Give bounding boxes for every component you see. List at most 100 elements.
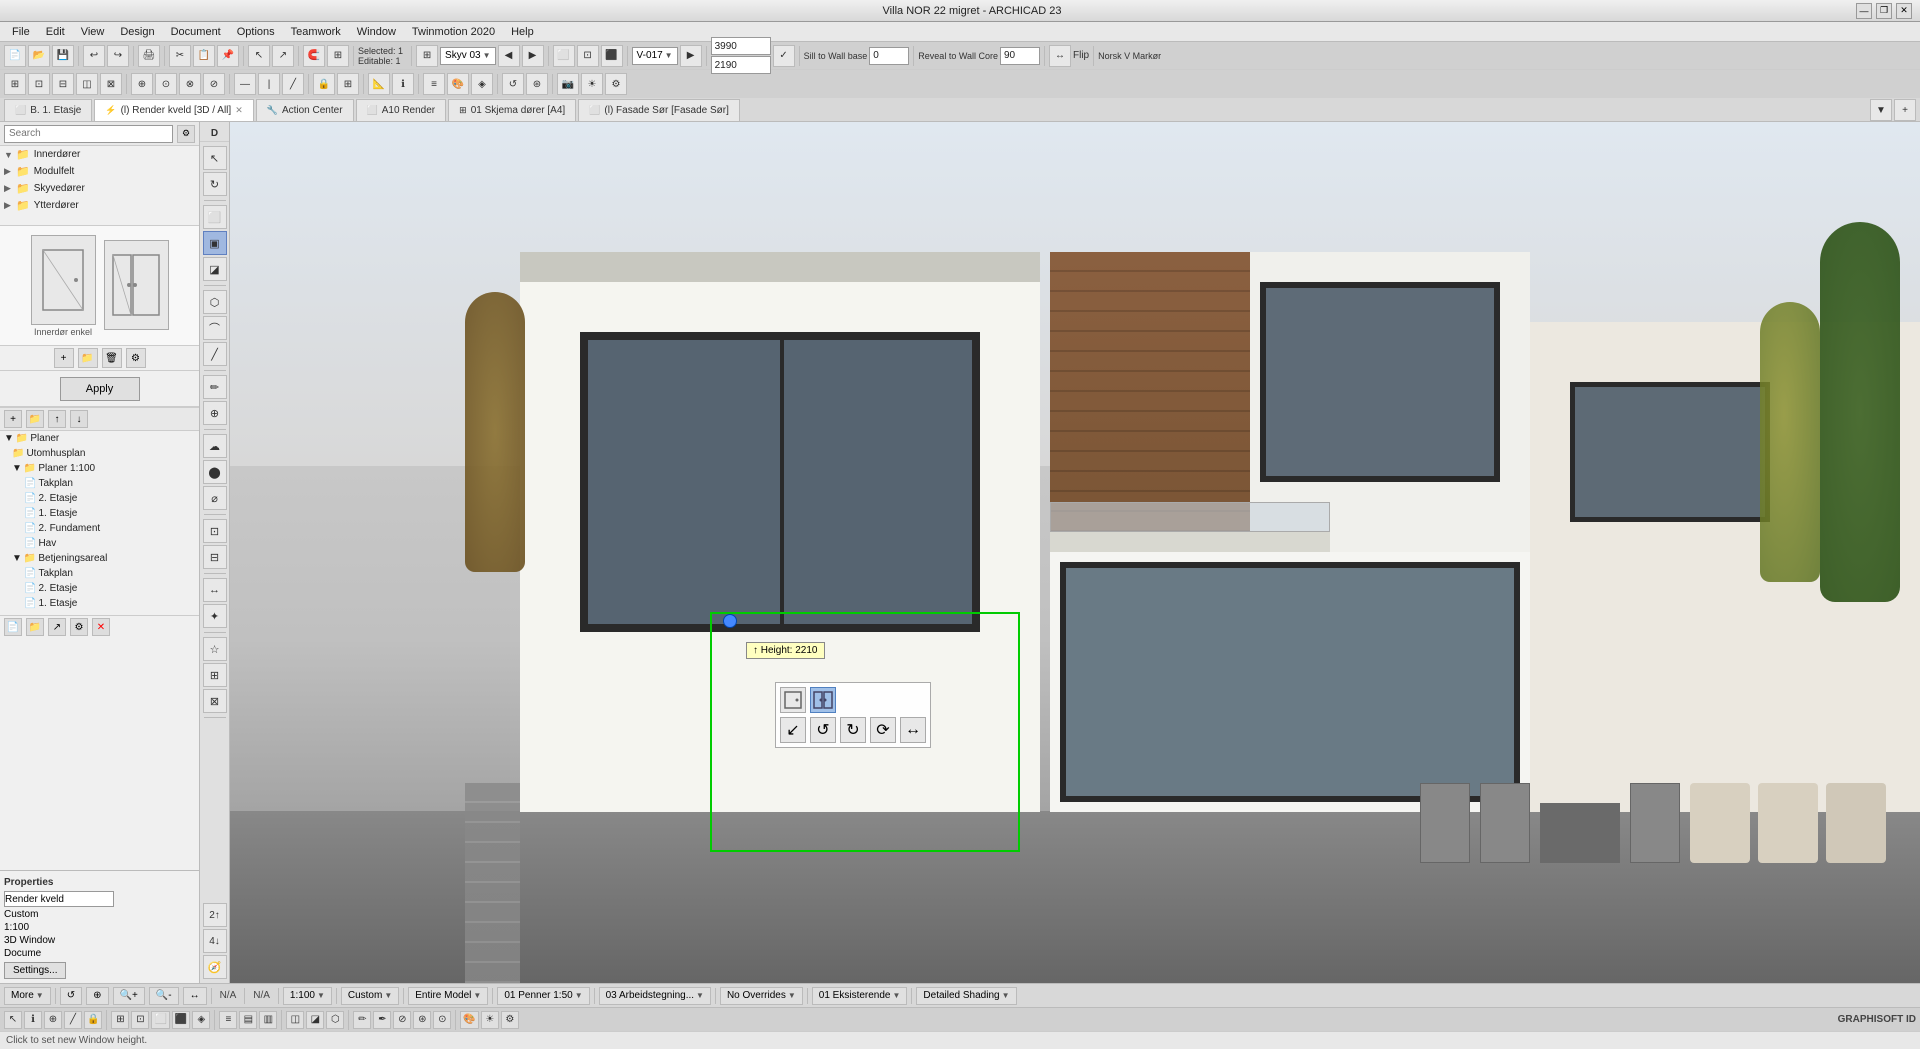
view-code-display[interactable]: V-017 ▼ [632,47,678,65]
menu-view[interactable]: View [73,24,113,40]
bt2-mat2[interactable]: ◪ [306,1011,324,1029]
door-control-handle[interactable] [723,614,737,628]
search-button[interactable]: ⚙ [177,125,195,143]
bt2-tool4[interactable]: ⊛ [413,1011,431,1029]
tab-close-render[interactable]: ✕ [235,105,243,116]
tree-add-btn[interactable]: + [4,410,22,428]
tree-utomhusplan[interactable]: 📁 Utomhusplan [0,446,199,461]
vtool-grid1[interactable]: ⊡ [203,519,227,543]
bt2-3d1[interactable]: ⬛ [172,1011,190,1029]
prev-view-btn[interactable]: ◀ [498,45,520,67]
bt2-render2[interactable]: ☀ [481,1011,499,1029]
vtool-hex[interactable]: ⬡ [203,290,227,314]
restore-button[interactable]: ❐ [1876,3,1892,19]
bt2-guide[interactable]: ╱ [64,1011,82,1029]
vtool-table2[interactable]: ⊠ [203,689,227,713]
bt2-tool3[interactable]: ⊘ [393,1011,411,1029]
new-btn[interactable]: 📄 [4,45,26,67]
bt2-selector1[interactable]: ↖ [4,1011,22,1029]
tab-new-btn[interactable]: + [1894,99,1916,121]
vtool-arc[interactable]: ⌒ [203,316,227,340]
vtool-pencil[interactable]: ✏ [203,375,227,399]
bt2-mat3[interactable]: ⬡ [326,1011,344,1029]
tab-render-kveld[interactable]: ⚡ (l) Render kveld [3D / All] ✕ [94,99,253,121]
bt2-render1[interactable]: 🎨 [460,1011,478,1029]
tree-settings2[interactable]: ⚙ [70,618,88,636]
bt2-mat1[interactable]: ◫ [286,1011,304,1029]
vtool-cloud[interactable]: ☁ [203,434,227,458]
tree-folder-new[interactable]: 📁 [26,618,44,636]
section-btn[interactable]: ⊡ [577,45,599,67]
t2-snap2[interactable]: ⊙ [155,73,177,95]
bt2-nav2[interactable]: ⊡ [131,1011,149,1029]
vtool-zoom-in[interactable]: 2↑ [203,903,227,927]
t2-guide1[interactable]: — [234,73,256,95]
vtool-line[interactable]: ╱ [203,342,227,366]
t2-3d-rotate[interactable]: ↺ [502,73,524,95]
flip-btn[interactable]: ↔ [1049,45,1071,67]
vtool-rect-active[interactable]: ▣ [203,231,227,255]
menu-edit[interactable]: Edit [38,24,73,40]
bt2-snap[interactable]: ⊕ [44,1011,62,1029]
lib-innerdorer[interactable]: ▼ 📁 Innerdører [0,146,199,163]
dim-confirm-btn[interactable]: ✓ [773,45,795,67]
menu-twinmotion[interactable]: Twinmotion 2020 [404,24,503,40]
tree-2etasje1[interactable]: 📄 2. Etasje [0,491,199,506]
bt2-nav3[interactable]: ⬜ [151,1011,169,1029]
door-action-2[interactable]: ↺ [810,717,836,743]
reveal-input[interactable]: 90 [1000,47,1040,65]
tab-fasade-sor[interactable]: ⬜ (l) Fasade Sør [Fasade Sør] [578,99,740,121]
t2-render[interactable]: 🎨 [447,73,469,95]
layer1-btn[interactable]: 01 Penner 1:50 ▼ [497,987,589,1005]
scale-btn[interactable]: 1:100 ▼ [283,987,332,1005]
arrow-tool[interactable]: ↗ [272,45,294,67]
group-btn[interactable]: ⊞ [327,45,349,67]
3d-btn[interactable]: ⬛ [601,45,623,67]
vtool-plus[interactable]: ⊕ [203,401,227,425]
cut-btn[interactable]: ✂ [169,45,191,67]
zoom-all-btn[interactable]: ⊕ [86,987,108,1005]
vtool-arrow[interactable]: ↖ [203,146,227,170]
tab-action-center[interactable]: 🔧 Action Center [256,99,354,121]
thumb-add-btn[interactable]: + [54,348,74,368]
door-action-3[interactable]: ↻ [840,717,866,743]
view-name-display[interactable]: Skyv 03 ▼ [440,47,496,65]
search-input[interactable] [4,125,173,143]
tab-skjema-dorer[interactable]: ⊞ 01 Skjema dører [A4] [448,99,576,121]
viewport[interactable]: ↙ ↺ ↻ ⟳ ↔ ↑ Height: 2210 [230,122,1920,983]
vtool-star[interactable]: ☆ [203,637,227,661]
copy-btn[interactable]: 📋 [193,45,215,67]
door-type-double[interactable] [810,687,836,713]
thumb-folder-btn[interactable]: 📁 [78,348,98,368]
t2-sun[interactable]: ☀ [581,73,603,95]
t2-camera[interactable]: 📷 [557,73,579,95]
pan-btn[interactable]: ↔ [183,987,207,1005]
undo-btn[interactable]: ↩ [83,45,105,67]
view-list-btn[interactable]: ⊞ [416,45,438,67]
bt2-layer-b[interactable]: ▤ [239,1011,257,1029]
layer2-btn[interactable]: 03 Arbeidstegning... ▼ [599,987,711,1005]
apply-button[interactable]: Apply [60,377,140,401]
lib-modulfelt[interactable]: ▶ 📁 Modulfelt [0,163,199,180]
select-tool[interactable]: ↖ [248,45,270,67]
vtool-cross[interactable]: ✦ [203,604,227,628]
t2-snap3[interactable]: ⊗ [179,73,201,95]
t2-btn1[interactable]: ⊞ [4,73,26,95]
tree-1etasje2[interactable]: 📄 1. Etasje [0,596,199,611]
shading-btn[interactable]: Detailed Shading ▼ [916,987,1016,1005]
tree-new-view[interactable]: 📄 [4,618,22,636]
door-action-5[interactable]: ↔ [900,717,926,743]
save-btn[interactable]: 💾 [52,45,74,67]
t2-snap4[interactable]: ⊘ [203,73,225,95]
lib-ytterdorer[interactable]: ▶ 📁 Ytterdører [0,197,199,214]
vtool-rotate[interactable]: ↻ [203,172,227,196]
t2-material[interactable]: ◈ [471,73,493,95]
tab-b1etasje[interactable]: ⬜ B. 1. Etasje [4,99,92,121]
tree-down-btn[interactable]: ↓ [70,410,88,428]
open-btn[interactable]: 📂 [28,45,50,67]
menu-help[interactable]: Help [503,24,542,40]
thumbnail-door2[interactable] [104,240,169,330]
tree-2etasje2[interactable]: 📄 2. Etasje [0,581,199,596]
bt2-layer-a[interactable]: ≡ [219,1011,237,1029]
t2-layer[interactable]: ≡ [423,73,445,95]
